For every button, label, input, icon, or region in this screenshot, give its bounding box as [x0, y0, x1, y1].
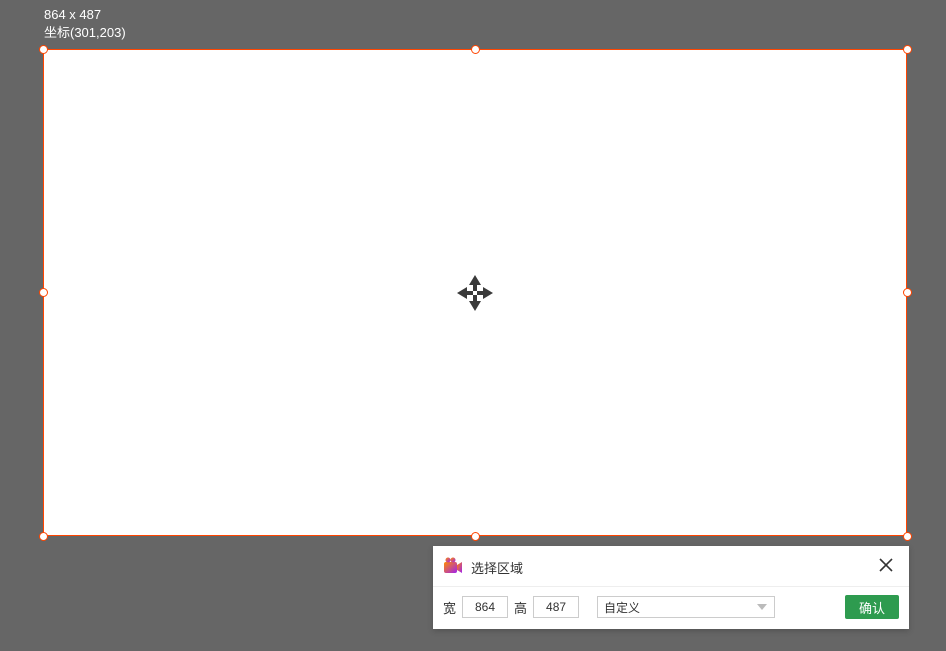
region-toolbar: 选择区域 宽 高 自定义 确认	[433, 546, 909, 629]
preset-select[interactable]: 自定义	[597, 596, 775, 618]
selection-info-overlay: 864 x 487 坐标(301,203)	[44, 6, 126, 42]
preset-selected-label: 自定义	[604, 599, 640, 616]
chevron-down-icon	[756, 601, 768, 613]
resize-handle-top-middle[interactable]	[471, 45, 480, 54]
resize-handle-middle-right[interactable]	[903, 288, 912, 297]
selection-area[interactable]	[43, 49, 907, 536]
resize-handle-top-right[interactable]	[903, 45, 912, 54]
toolbar-title: 选择区域	[471, 558, 873, 577]
coords-text: 坐标(301,203)	[44, 24, 126, 42]
dimensions-text: 864 x 487	[44, 6, 126, 24]
height-input[interactable]	[533, 596, 579, 618]
close-icon	[879, 558, 893, 577]
toolbar-body: 宽 高 自定义 确认	[433, 587, 909, 629]
resize-handle-middle-left[interactable]	[39, 288, 48, 297]
resize-handle-bottom-left[interactable]	[39, 532, 48, 541]
width-label: 宽	[443, 598, 456, 617]
width-input[interactable]	[462, 596, 508, 618]
confirm-button[interactable]: 确认	[845, 595, 899, 619]
close-button[interactable]	[873, 554, 899, 580]
toolbar-header: 选择区域	[433, 546, 909, 587]
resize-handle-bottom-right[interactable]	[903, 532, 912, 541]
height-label: 高	[514, 598, 527, 617]
camera-icon	[443, 557, 463, 577]
resize-handle-top-left[interactable]	[39, 45, 48, 54]
move-icon[interactable]	[455, 273, 495, 313]
resize-handle-bottom-middle[interactable]	[471, 532, 480, 541]
